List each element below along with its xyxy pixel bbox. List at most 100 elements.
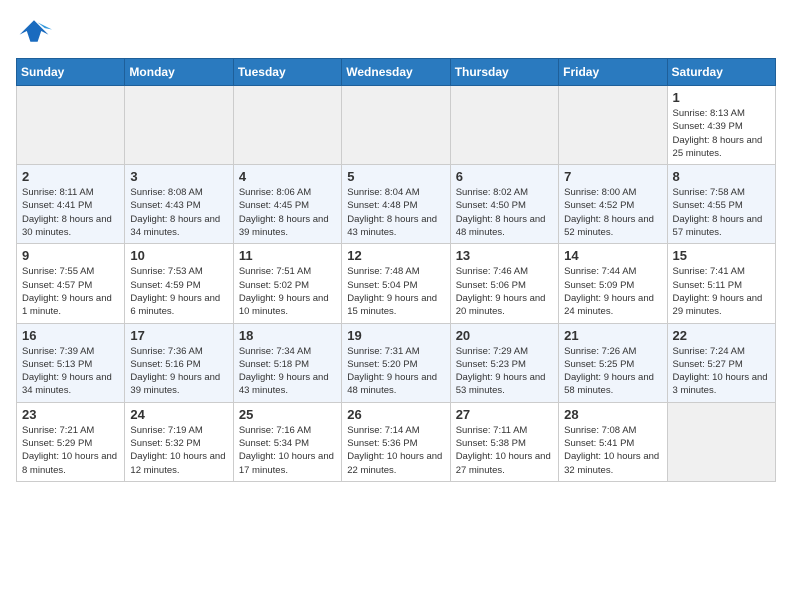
calendar-cell [667, 402, 775, 481]
calendar-cell [559, 86, 667, 165]
day-info: Sunrise: 7:51 AM Sunset: 5:02 PM Dayligh… [239, 265, 336, 318]
day-number: 24 [130, 407, 227, 422]
calendar-cell: 24 Sunrise: 7:19 AM Sunset: 5:32 PM Dayli… [125, 402, 233, 481]
day-number: 16 [22, 328, 119, 343]
day-number: 3 [130, 169, 227, 184]
calendar-cell [450, 86, 558, 165]
calendar-cell: 10 Sunrise: 7:53 AM Sunset: 4:59 PM Dayli… [125, 244, 233, 323]
day-number: 8 [673, 169, 770, 184]
day-info: Sunrise: 7:31 AM Sunset: 5:20 PM Dayligh… [347, 345, 444, 398]
day-number: 23 [22, 407, 119, 422]
day-number: 5 [347, 169, 444, 184]
day-info: Sunrise: 8:04 AM Sunset: 4:48 PM Dayligh… [347, 186, 444, 239]
calendar-cell [17, 86, 125, 165]
day-info: Sunrise: 8:00 AM Sunset: 4:52 PM Dayligh… [564, 186, 661, 239]
day-number: 26 [347, 407, 444, 422]
calendar-cell: 5 Sunrise: 8:04 AM Sunset: 4:48 PM Daylig… [342, 165, 450, 244]
weekday-header: Tuesday [233, 59, 341, 86]
day-info: Sunrise: 7:41 AM Sunset: 5:11 PM Dayligh… [673, 265, 770, 318]
calendar-cell: 19 Sunrise: 7:31 AM Sunset: 5:20 PM Dayli… [342, 323, 450, 402]
day-info: Sunrise: 7:39 AM Sunset: 5:13 PM Dayligh… [22, 345, 119, 398]
calendar-cell: 18 Sunrise: 7:34 AM Sunset: 5:18 PM Dayli… [233, 323, 341, 402]
day-info: Sunrise: 7:08 AM Sunset: 5:41 PM Dayligh… [564, 424, 661, 477]
day-info: Sunrise: 7:14 AM Sunset: 5:36 PM Dayligh… [347, 424, 444, 477]
day-info: Sunrise: 7:46 AM Sunset: 5:06 PM Dayligh… [456, 265, 553, 318]
calendar-cell: 26 Sunrise: 7:14 AM Sunset: 5:36 PM Dayli… [342, 402, 450, 481]
day-number: 20 [456, 328, 553, 343]
calendar-week-row: 23 Sunrise: 7:21 AM Sunset: 5:29 PM Dayli… [17, 402, 776, 481]
day-info: Sunrise: 8:13 AM Sunset: 4:39 PM Dayligh… [673, 107, 770, 160]
day-info: Sunrise: 7:24 AM Sunset: 5:27 PM Dayligh… [673, 345, 770, 398]
day-info: Sunrise: 7:34 AM Sunset: 5:18 PM Dayligh… [239, 345, 336, 398]
day-info: Sunrise: 7:44 AM Sunset: 5:09 PM Dayligh… [564, 265, 661, 318]
day-number: 17 [130, 328, 227, 343]
calendar-cell: 23 Sunrise: 7:21 AM Sunset: 5:29 PM Dayli… [17, 402, 125, 481]
day-info: Sunrise: 7:48 AM Sunset: 5:04 PM Dayligh… [347, 265, 444, 318]
day-info: Sunrise: 7:26 AM Sunset: 5:25 PM Dayligh… [564, 345, 661, 398]
day-number: 27 [456, 407, 553, 422]
calendar-cell: 7 Sunrise: 8:00 AM Sunset: 4:52 PM Daylig… [559, 165, 667, 244]
calendar-cell: 16 Sunrise: 7:39 AM Sunset: 5:13 PM Dayli… [17, 323, 125, 402]
day-info: Sunrise: 7:11 AM Sunset: 5:38 PM Dayligh… [456, 424, 553, 477]
weekday-header: Wednesday [342, 59, 450, 86]
calendar-cell: 20 Sunrise: 7:29 AM Sunset: 5:23 PM Dayli… [450, 323, 558, 402]
day-info: Sunrise: 7:19 AM Sunset: 5:32 PM Dayligh… [130, 424, 227, 477]
logo [16, 16, 56, 46]
day-info: Sunrise: 7:53 AM Sunset: 4:59 PM Dayligh… [130, 265, 227, 318]
day-number: 4 [239, 169, 336, 184]
weekday-header: Monday [125, 59, 233, 86]
calendar-cell [342, 86, 450, 165]
day-info: Sunrise: 8:02 AM Sunset: 4:50 PM Dayligh… [456, 186, 553, 239]
weekday-header: Sunday [17, 59, 125, 86]
calendar-cell: 25 Sunrise: 7:16 AM Sunset: 5:34 PM Dayli… [233, 402, 341, 481]
calendar-cell: 15 Sunrise: 7:41 AM Sunset: 5:11 PM Dayli… [667, 244, 775, 323]
day-number: 7 [564, 169, 661, 184]
calendar-cell: 21 Sunrise: 7:26 AM Sunset: 5:25 PM Dayli… [559, 323, 667, 402]
day-number: 15 [673, 248, 770, 263]
logo-icon [16, 16, 52, 46]
calendar-cell: 9Sunrise: 7:55 AM Sunset: 4:57 PM Daylig… [17, 244, 125, 323]
day-info: Sunrise: 7:36 AM Sunset: 5:16 PM Dayligh… [130, 345, 227, 398]
day-number: 19 [347, 328, 444, 343]
calendar-cell: 22 Sunrise: 7:24 AM Sunset: 5:27 PM Dayli… [667, 323, 775, 402]
calendar-week-row: 9Sunrise: 7:55 AM Sunset: 4:57 PM Daylig… [17, 244, 776, 323]
calendar-cell: 17 Sunrise: 7:36 AM Sunset: 5:16 PM Dayli… [125, 323, 233, 402]
calendar-cell: 6 Sunrise: 8:02 AM Sunset: 4:50 PM Daylig… [450, 165, 558, 244]
day-info: Sunrise: 8:06 AM Sunset: 4:45 PM Dayligh… [239, 186, 336, 239]
day-info: Sunrise: 7:58 AM Sunset: 4:55 PM Dayligh… [673, 186, 770, 239]
calendar-cell: 1 Sunrise: 8:13 AM Sunset: 4:39 PM Daylig… [667, 86, 775, 165]
calendar-cell: 14Sunrise: 7:44 AM Sunset: 5:09 PM Dayli… [559, 244, 667, 323]
calendar-cell: 27 Sunrise: 7:11 AM Sunset: 5:38 PM Dayli… [450, 402, 558, 481]
day-number: 12 [347, 248, 444, 263]
calendar-header-row: SundayMondayTuesdayWednesdayThursdayFrid… [17, 59, 776, 86]
calendar-cell: 13 Sunrise: 7:46 AM Sunset: 5:06 PM Dayli… [450, 244, 558, 323]
calendar-cell: 2Sunrise: 8:11 AM Sunset: 4:41 PM Daylig… [17, 165, 125, 244]
day-number: 25 [239, 407, 336, 422]
day-number: 10 [130, 248, 227, 263]
calendar-cell: 4 Sunrise: 8:06 AM Sunset: 4:45 PM Daylig… [233, 165, 341, 244]
day-info: Sunrise: 7:16 AM Sunset: 5:34 PM Dayligh… [239, 424, 336, 477]
calendar-cell: 12 Sunrise: 7:48 AM Sunset: 5:04 PM Dayli… [342, 244, 450, 323]
day-number: 18 [239, 328, 336, 343]
weekday-header: Saturday [667, 59, 775, 86]
calendar-cell: 3 Sunrise: 8:08 AM Sunset: 4:43 PM Daylig… [125, 165, 233, 244]
calendar-cell: 28Sunrise: 7:08 AM Sunset: 5:41 PM Dayli… [559, 402, 667, 481]
day-info: Sunrise: 7:55 AM Sunset: 4:57 PM Dayligh… [22, 265, 119, 318]
calendar-week-row: 1 Sunrise: 8:13 AM Sunset: 4:39 PM Daylig… [17, 86, 776, 165]
calendar-week-row: 2Sunrise: 8:11 AM Sunset: 4:41 PM Daylig… [17, 165, 776, 244]
weekday-header: Thursday [450, 59, 558, 86]
calendar-cell: 11Sunrise: 7:51 AM Sunset: 5:02 PM Dayli… [233, 244, 341, 323]
day-info: Sunrise: 8:11 AM Sunset: 4:41 PM Dayligh… [22, 186, 119, 239]
day-number: 1 [673, 90, 770, 105]
day-number: 22 [673, 328, 770, 343]
day-number: 13 [456, 248, 553, 263]
weekday-header: Friday [559, 59, 667, 86]
day-info: Sunrise: 7:29 AM Sunset: 5:23 PM Dayligh… [456, 345, 553, 398]
day-info: Sunrise: 8:08 AM Sunset: 4:43 PM Dayligh… [130, 186, 227, 239]
calendar-cell [233, 86, 341, 165]
day-number: 21 [564, 328, 661, 343]
day-number: 6 [456, 169, 553, 184]
calendar-week-row: 16 Sunrise: 7:39 AM Sunset: 5:13 PM Dayli… [17, 323, 776, 402]
day-info: Sunrise: 7:21 AM Sunset: 5:29 PM Dayligh… [22, 424, 119, 477]
calendar-cell [125, 86, 233, 165]
